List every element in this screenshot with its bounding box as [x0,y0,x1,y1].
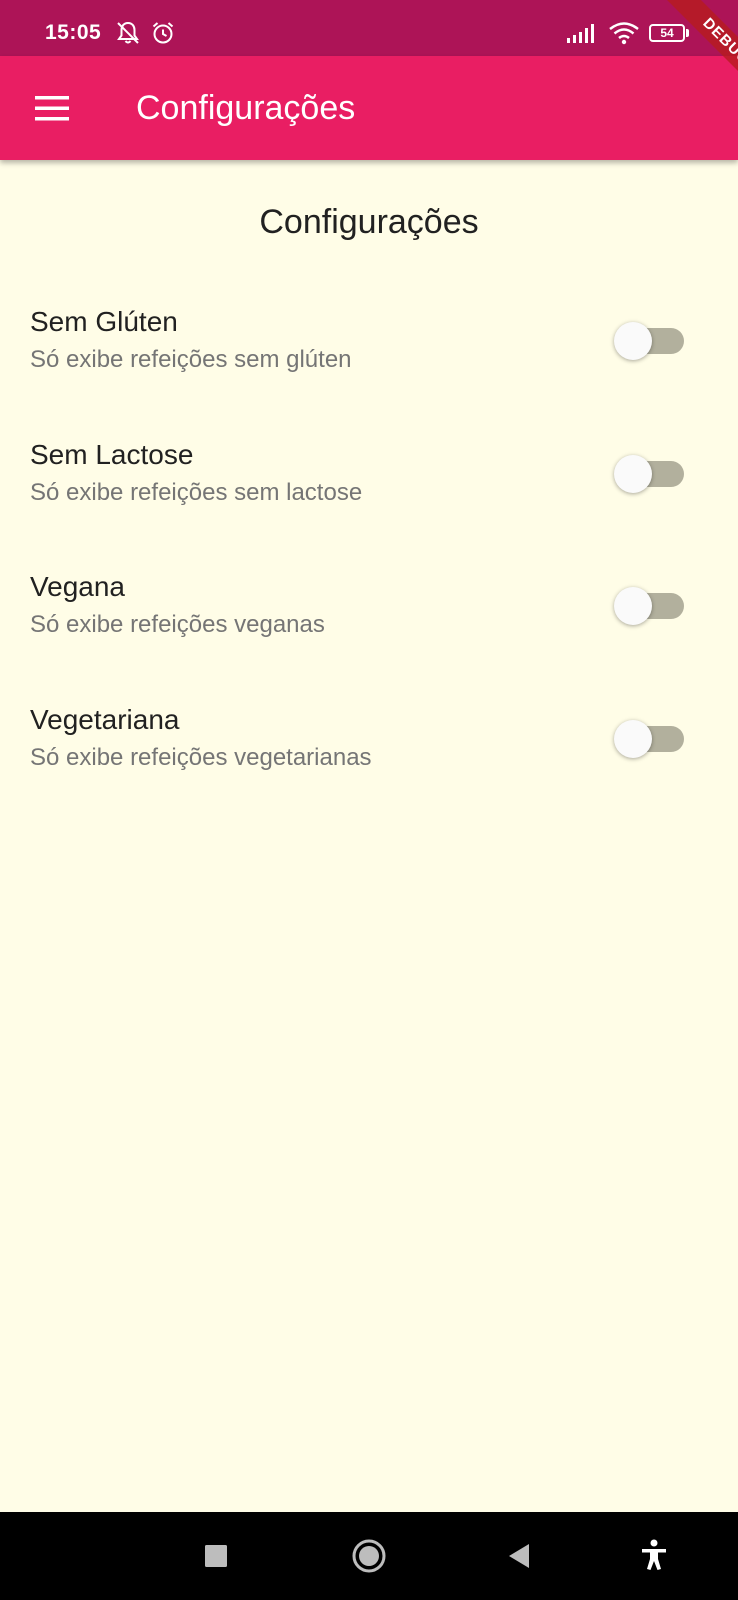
setting-subtitle: Só exibe refeições vegetarianas [30,744,372,771]
setting-row-vegana[interactable]: Vegana Só exibe refeições veganas [0,569,738,679]
setting-title: Sem Lactose [30,439,194,470]
system-navigation-bar [0,1512,738,1600]
menu-button[interactable] [20,76,84,140]
notifications-off-icon [115,20,141,51]
vegetariana-switch[interactable] [614,716,684,760]
recents-icon [205,1545,227,1567]
home-button[interactable] [343,1530,395,1582]
wifi-icon [608,21,640,50]
battery-icon: 54 [649,24,685,42]
switch-thumb [614,455,652,493]
sem-gluten-switch[interactable] [614,318,684,362]
accessibility-icon [642,1539,666,1570]
back-icon [509,1544,529,1568]
page-heading: Configurações [259,203,479,241]
home-icon [352,1539,386,1573]
status-time: 15:05 [45,21,102,44]
setting-title: Vegetariana [30,704,180,735]
setting-subtitle: Só exibe refeições sem lactose [30,479,363,506]
status-bar: 15:05 54 [0,0,738,56]
app-bar-title: Configurações [136,89,356,127]
accessibility-button[interactable] [628,1530,680,1582]
setting-row-sem-lactose[interactable]: Sem Lactose Só exibe refeições sem lacto… [0,437,738,547]
alarm-icon [150,20,176,51]
sem-lactose-switch[interactable] [614,451,684,495]
setting-row-sem-gluten[interactable]: Sem Glúten Só exibe refeições sem glúten [0,304,738,414]
app-bar: Configurações [0,56,738,160]
back-button[interactable] [494,1530,546,1582]
signal-icon [566,24,596,49]
setting-subtitle: Só exibe refeições veganas [30,611,325,638]
switch-thumb [614,587,652,625]
setting-subtitle: Só exibe refeições sem glúten [30,346,352,373]
setting-title: Sem Glúten [30,306,178,337]
setting-row-vegetariana[interactable]: Vegetariana Só exibe refeições vegetaria… [0,702,738,812]
switch-thumb [614,720,652,758]
battery-tip [686,29,689,37]
vegana-switch[interactable] [614,583,684,627]
switch-thumb [614,322,652,360]
recents-button[interactable] [190,1530,242,1582]
setting-title: Vegana [30,571,125,602]
menu-icon [35,96,69,121]
